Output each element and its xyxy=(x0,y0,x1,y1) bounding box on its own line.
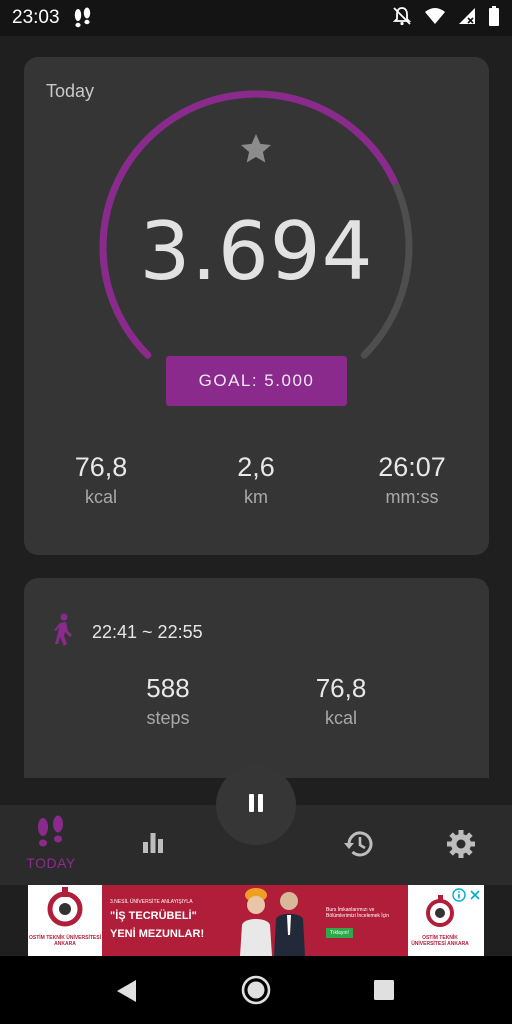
status-bar: 23:03 xyxy=(0,0,512,36)
ad-banner[interactable]: OSTİM TEKNİK ÜNİVERSİTESİ ANKARA 3.NESİL… xyxy=(28,885,484,956)
ad-main: 3.NESİL ÜNİVERSİTE ANLAYIŞIYLA "İŞ TECRÜ… xyxy=(102,885,408,956)
stat-duration: 26:07 mm:ss xyxy=(347,452,477,508)
nav-report[interactable] xyxy=(113,829,193,859)
status-icons xyxy=(392,6,500,30)
ad-headline-2: YENİ MEZUNLAR! xyxy=(110,928,205,940)
goal-button[interactable]: GOAL: 5.000 xyxy=(166,356,347,406)
today-steps-count: 3.694 xyxy=(139,205,374,298)
nav-settings[interactable] xyxy=(421,829,501,863)
session-card[interactable]: 22:41 ~ 22:55 588 steps 76,8 kcal xyxy=(24,578,489,778)
recents-icon[interactable] xyxy=(373,979,395,1005)
session-steps-unit: steps xyxy=(146,708,190,728)
stat-distance-unit: km xyxy=(244,487,268,507)
status-time: 23:03 xyxy=(12,7,60,28)
pause-button[interactable] xyxy=(216,765,296,845)
star-icon xyxy=(238,131,274,171)
session-steps-value: 588 xyxy=(146,673,190,703)
stat-duration-unit: mm:ss xyxy=(385,487,439,507)
gear-icon xyxy=(446,830,476,863)
wifi-icon xyxy=(424,7,446,29)
stat-calories-value: 76,8 xyxy=(74,452,128,482)
system-navigation-bar xyxy=(0,956,512,1024)
today-card: Today 3.694 GOAL: 5.000 76,8 kcal 2,6 km… xyxy=(24,57,489,555)
ad-right-logo-text: OSTİM TEKNİK ÜNİVERSİTESİ ANKARA xyxy=(411,935,469,947)
stat-duration-value: 26:07 xyxy=(378,452,446,482)
ad-right-text-2: Bölümlerimizi İncelemek İçin xyxy=(326,913,390,919)
session-time-range: 22:41 ~ 22:55 xyxy=(92,621,203,642)
app-screen: 23:03 Today 3.694 GOAL: 5.000 76,8 kcal … xyxy=(0,0,512,1024)
walking-person-icon xyxy=(52,613,74,651)
signal-icon xyxy=(458,7,476,29)
info-icon[interactable] xyxy=(452,887,466,906)
ad-headline-1: "İŞ TECRÜBELİ" xyxy=(110,910,197,922)
ad-right-logo: OSTİM TEKNİK ÜNİVERSİTESİ ANKARA xyxy=(408,885,484,956)
session-header: 22:41 ~ 22:55 xyxy=(52,613,203,651)
stat-distance-value: 2,6 xyxy=(237,452,275,482)
stat-distance: 2,6 km xyxy=(191,452,321,508)
battery-icon xyxy=(488,6,500,30)
notifications-off-icon xyxy=(392,6,412,30)
footsteps-icon xyxy=(34,815,68,855)
back-icon[interactable] xyxy=(116,979,138,1007)
nav-history[interactable] xyxy=(319,829,399,863)
ad-people-image xyxy=(240,888,305,956)
ad-left-logo: OSTİM TEKNİK ÜNİVERSİTESİ ANKARA xyxy=(28,885,102,956)
session-steps: 588 steps xyxy=(103,673,233,729)
ad-left-logo-text: OSTİM TEKNİK ÜNİVERSİTESİ ANKARA xyxy=(29,935,101,947)
ad-cta-button[interactable]: Tıklayın! xyxy=(326,928,353,938)
ad-small-text: 3.NESİL ÜNİVERSİTE ANLAYIŞIYLA xyxy=(110,899,193,905)
pause-icon xyxy=(246,792,266,818)
close-icon[interactable] xyxy=(468,887,482,906)
bar-chart-icon xyxy=(140,833,166,859)
university-logo xyxy=(47,887,83,927)
ad-right-copy: Burs İmkanlarımızı ve Bölümlerimizi İnce… xyxy=(326,907,406,938)
stat-calories: 76,8 kcal xyxy=(36,452,166,508)
session-calories: 76,8 kcal xyxy=(276,673,406,729)
nav-today[interactable]: TODAY xyxy=(11,815,91,871)
history-icon xyxy=(343,831,375,863)
footsteps-icon xyxy=(72,7,94,29)
home-icon[interactable] xyxy=(240,974,272,1010)
session-calories-unit: kcal xyxy=(324,708,357,728)
nav-today-label: TODAY xyxy=(26,855,76,871)
session-calories-value: 76,8 xyxy=(315,673,367,703)
stat-calories-unit: kcal xyxy=(84,487,117,507)
